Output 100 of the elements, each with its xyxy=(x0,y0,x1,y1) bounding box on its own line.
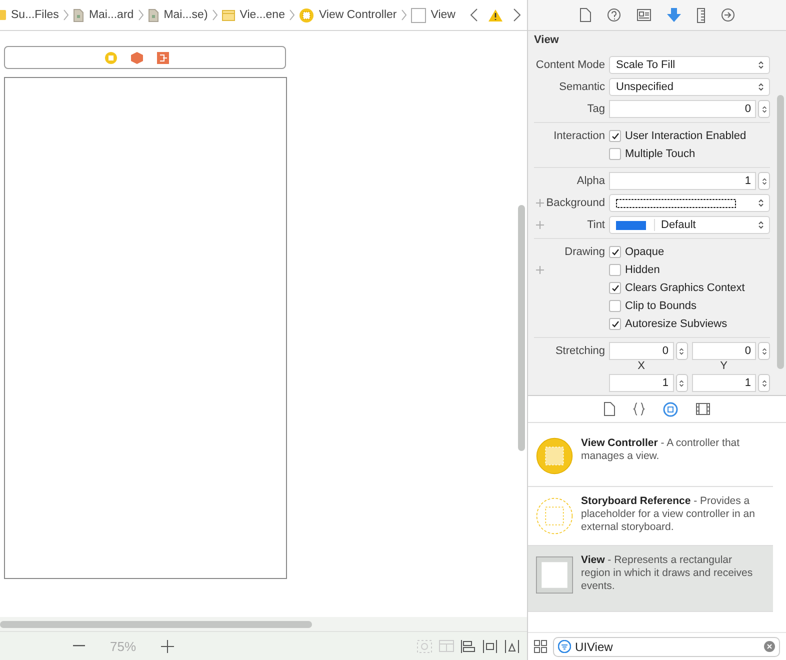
up-down-arrows-icon xyxy=(760,106,768,112)
number-field[interactable]: 0 xyxy=(609,100,756,118)
arrow-circle-icon xyxy=(720,8,734,22)
back-icon[interactable] xyxy=(470,8,478,22)
checkbox-label: Multiple Touch xyxy=(625,148,696,160)
filter-icon xyxy=(558,640,571,653)
popup-button[interactable]: Scale To Fill xyxy=(609,56,770,74)
scrollbar-thumb[interactable] xyxy=(0,621,312,628)
grid-view-icon[interactable] xyxy=(534,640,547,653)
chevron-separator-icon xyxy=(400,9,407,21)
controller-icon xyxy=(298,8,314,22)
library-tab[interactable] xyxy=(696,403,710,415)
library-tab[interactable] xyxy=(633,402,645,416)
number-field[interactable]: 1 xyxy=(609,374,674,392)
color-popup[interactable]: Default xyxy=(609,216,770,234)
library-item-description: Storyboard Reference - Provides a placeholder for a view controller in an external storyboard. xyxy=(581,494,756,534)
attributes-icon xyxy=(666,8,680,22)
chevron-separator-icon xyxy=(62,9,69,21)
field-label: Background xyxy=(546,196,606,211)
stepper[interactable] xyxy=(676,374,688,392)
cube-icon[interactable] xyxy=(131,52,143,64)
chevron-icon xyxy=(757,83,765,91)
inspector-tab[interactable] xyxy=(580,8,590,22)
field-label: Content Mode xyxy=(536,58,606,73)
scrollbar-thumb[interactable] xyxy=(777,95,784,369)
stepper[interactable] xyxy=(758,172,770,190)
object-icon xyxy=(663,402,678,416)
breadcrumb[interactable]: Vie...ene xyxy=(222,8,285,22)
inspector-tab[interactable] xyxy=(606,8,620,22)
stepper[interactable] xyxy=(676,342,688,360)
checkbox[interactable] xyxy=(609,246,621,258)
ruler-icon xyxy=(696,8,704,22)
checkbox[interactable] xyxy=(609,300,621,312)
stepper[interactable] xyxy=(758,100,770,118)
scrollbar-thumb[interactable] xyxy=(518,205,525,451)
field-label: Semantic xyxy=(559,80,606,95)
checkbox[interactable] xyxy=(609,264,621,276)
up-down-arrows-icon xyxy=(760,348,768,354)
library-item[interactable]: View - Represents a rectangular region in which it draws and receives events. xyxy=(528,546,773,612)
up-down-arrows-icon xyxy=(678,348,685,354)
chevron-icon xyxy=(757,199,765,207)
library-tab[interactable] xyxy=(663,402,678,416)
up-down-arrows-icon xyxy=(760,178,768,184)
popup-button[interactable]: Unspecified xyxy=(609,78,770,96)
field-label: Stretching xyxy=(555,344,606,359)
checkbox[interactable] xyxy=(609,282,621,294)
breadcrumb[interactable]: Mai...ard xyxy=(72,8,134,22)
stepper[interactable] xyxy=(758,342,770,360)
checkbox[interactable] xyxy=(609,130,621,142)
film-icon xyxy=(696,403,710,415)
number-field[interactable]: 0 xyxy=(609,342,674,360)
document-icon xyxy=(148,8,159,22)
checkbox-label: Opaque xyxy=(625,246,664,258)
breadcrumb[interactable]: View Controller xyxy=(298,8,397,22)
checkbox-label: Clears Graphics Context xyxy=(625,282,745,294)
clear-icon[interactable] xyxy=(764,641,775,652)
chevron-icon xyxy=(757,221,765,229)
checkbox-label: Clip to Bounds xyxy=(625,300,697,312)
document-icon xyxy=(580,8,590,22)
document-icon xyxy=(72,8,84,22)
view-icon xyxy=(410,8,426,22)
zoom-level: 75% xyxy=(110,638,136,654)
inspector-tab[interactable] xyxy=(720,8,734,22)
number-field[interactable]: 1 xyxy=(692,374,756,392)
checkbox[interactable] xyxy=(609,318,621,330)
breadcrumb[interactable]: Su...Files xyxy=(0,9,59,21)
breadcrumb[interactable]: Mai...se) xyxy=(148,8,208,22)
checkbox-label: Hidden xyxy=(625,264,660,276)
field-caption: X xyxy=(636,360,646,372)
chevron-separator-icon xyxy=(288,9,295,21)
exit-icon[interactable] xyxy=(157,52,169,64)
braces-icon xyxy=(633,402,645,416)
up-down-arrows-icon xyxy=(760,380,768,386)
inspector-tab[interactable] xyxy=(636,9,650,21)
library-item-description: View - Represents a rectangular region in which it draws and receives events. xyxy=(581,553,754,593)
checkbox-label: User Interaction Enabled xyxy=(625,130,746,142)
inspector-tab[interactable] xyxy=(666,8,680,22)
chevron-icon xyxy=(757,61,765,69)
number-field[interactable]: 0 xyxy=(692,342,756,360)
checkbox-label: Autoresize Subviews xyxy=(625,318,728,330)
number-field[interactable]: 1 xyxy=(609,172,756,190)
filter-field[interactable]: UIView xyxy=(553,636,780,656)
breadcrumb[interactable]: View xyxy=(410,8,456,22)
library-item-description: View Controller - A controller that manages a view. xyxy=(581,436,741,463)
help-icon xyxy=(606,8,620,22)
library-tab[interactable] xyxy=(604,402,615,416)
forward-icon[interactable] xyxy=(513,8,521,22)
field-label: Drawing xyxy=(564,245,606,260)
field-label: Tag xyxy=(587,102,606,117)
warning-icon[interactable] xyxy=(488,8,503,22)
up-down-arrows-icon xyxy=(678,380,685,386)
color-popup[interactable] xyxy=(609,194,770,212)
field-label: Tint xyxy=(587,218,606,233)
checkbox[interactable] xyxy=(609,148,621,160)
inspector-tab[interactable] xyxy=(696,8,704,22)
stepper[interactable] xyxy=(758,374,770,392)
section-title: View xyxy=(534,34,560,46)
field-label: Interaction xyxy=(554,129,606,144)
identity-card-icon xyxy=(636,9,650,21)
scene-icon xyxy=(222,8,235,22)
